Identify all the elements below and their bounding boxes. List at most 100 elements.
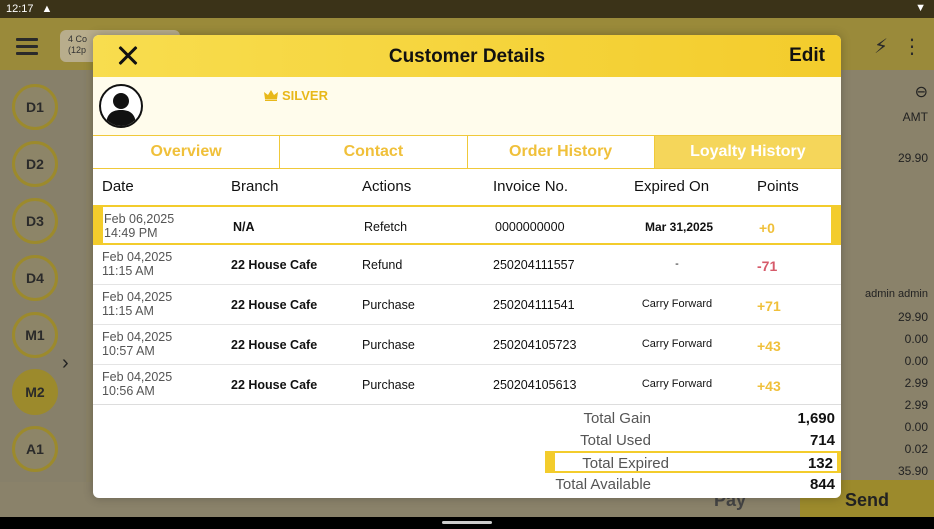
row-action: Purchase <box>362 298 415 312</box>
row-invoice: 0000000000 <box>495 220 565 234</box>
alert-icon: ▲ <box>41 3 53 15</box>
row-expired: Carry Forward <box>641 378 713 390</box>
table-a1[interactable]: A1 <box>12 426 58 472</box>
crown-icon <box>264 90 278 101</box>
customer-tabs: Overview Contact Order History Loyalty H… <box>93 135 841 169</box>
customer-details-dialog: Customer Details Edit SILVER Overview Co… <box>93 35 841 498</box>
tier-label: SILVER <box>282 88 328 103</box>
system-nav-bar <box>0 517 934 529</box>
row-points: +43 <box>757 378 781 394</box>
row-branch: N/A <box>233 220 255 234</box>
person-icon <box>106 93 136 126</box>
line-value: 0.00 <box>904 420 928 434</box>
line-value: 0.00 <box>904 332 928 346</box>
row-date: Feb 04,2025 10:57 AM <box>102 330 173 358</box>
row-date: Feb 04,2025 11:15 AM <box>102 290 173 318</box>
line-value: 2.99 <box>904 376 928 390</box>
row-expired: Carry Forward <box>641 338 713 350</box>
table-row[interactable]: Feb 04,2025 10:56 AM 22 House Cafe Purcha… <box>93 365 841 405</box>
total-available-value: 844 <box>809 476 835 493</box>
row-invoice: 250204111541 <box>493 298 575 312</box>
total-used-value: 714 <box>809 432 835 449</box>
order-chip-label: 4 Co (12p <box>68 34 88 55</box>
tab-contact[interactable]: Contact <box>280 136 468 168</box>
row-branch: 22 House Cafe <box>231 338 318 352</box>
column-expired-on: Expired On <box>634 178 710 195</box>
row-points: +71 <box>757 298 781 314</box>
bolt-icon[interactable]: ⚡ <box>874 34 888 59</box>
tab-order-history[interactable]: Order History <box>467 136 655 168</box>
home-handle[interactable] <box>442 521 492 524</box>
total-expired-row[interactable]: Total Expired 132 <box>545 451 841 473</box>
more-vert-icon[interactable]: ⋮ <box>902 34 922 59</box>
tab-loyalty-history[interactable]: Loyalty History <box>654 136 841 168</box>
menu-icon[interactable] <box>16 38 38 55</box>
table-row[interactable]: Feb 04,2025 11:15 AM 22 House Cafe Refund… <box>93 245 841 285</box>
remove-icon[interactable]: ⊖ <box>915 82 928 102</box>
table-d4[interactable]: D4 <box>12 255 58 301</box>
row-date: Feb 04,2025 10:56 AM <box>102 370 173 398</box>
table-sidebar: D1 D2 D3 D4 M1 M2 A1 A2 › <box>0 70 86 529</box>
row-points: -71 <box>757 258 778 274</box>
row-invoice: 250204105613 <box>493 378 577 392</box>
line-value: 35.90 <box>897 464 928 478</box>
column-branch: Branch <box>231 178 279 195</box>
table-row[interactable]: Feb 04,2025 11:15 AM 22 House Cafe Purcha… <box>93 285 841 325</box>
line-value: 29.90 <box>897 310 928 324</box>
total-used-label: Total Used <box>580 432 651 449</box>
amt-value: 29.90 <box>897 151 928 165</box>
customer-profile: SILVER <box>93 77 841 135</box>
app-bar-actions: ⚡ ⋮ <box>874 34 922 59</box>
row-action: Purchase <box>362 378 415 392</box>
chevron-right-icon[interactable]: › <box>62 352 69 375</box>
row-action: Refetch <box>364 220 408 234</box>
table-d3[interactable]: D3 <box>12 198 58 244</box>
status-bar: 12:17 ▲ ▼ <box>0 0 934 18</box>
avatar <box>99 84 143 128</box>
total-gain-value: 1,690 <box>797 410 835 427</box>
row-action: Refund <box>362 258 403 272</box>
row-branch: 22 House Cafe <box>231 258 318 272</box>
table-row[interactable]: Feb 06,2025 14:49 PM N/A Refetch 00000000… <box>93 205 841 245</box>
table-d2[interactable]: D2 <box>12 141 58 187</box>
row-points: +0 <box>759 220 775 236</box>
amt-header: AMT <box>902 110 928 124</box>
table-row[interactable]: Feb 04,2025 10:57 AM 22 House Cafe Purcha… <box>93 325 841 365</box>
loyalty-totals: Total Gain 1,690 Total Used 714 Total Ex… <box>93 404 841 498</box>
row-branch: 22 House Cafe <box>231 298 318 312</box>
row-expired: - <box>675 258 679 270</box>
row-invoice: 250204105723 <box>493 338 577 352</box>
column-date: Date <box>102 178 134 195</box>
row-date: Feb 06,2025 14:49 PM <box>104 212 175 240</box>
row-invoice: 250204111557 <box>493 258 575 272</box>
column-invoice: Invoice No. <box>493 178 569 195</box>
dialog-title: Customer Details <box>388 46 546 67</box>
row-points: +43 <box>757 338 781 354</box>
total-expired-label: Total Expired <box>582 455 669 472</box>
total-used-row: Total Used 714 <box>533 430 841 452</box>
wifi-icon: ▼ <box>915 2 926 14</box>
line-value: 0.02 <box>904 442 928 456</box>
table-d1[interactable]: D1 <box>12 84 58 130</box>
column-actions: Actions <box>362 178 412 195</box>
order-panel: ⊖ AMT 29.90 admin admin 29.90 0.00 0.00 … <box>840 70 934 520</box>
total-gain-label: Total Gain <box>583 410 651 427</box>
table-m1[interactable]: M1 <box>12 312 58 358</box>
row-date: Feb 04,2025 11:15 AM <box>102 250 173 278</box>
row-expired: Carry Forward <box>641 298 713 310</box>
tab-overview[interactable]: Overview <box>93 136 281 168</box>
total-expired-value: 132 <box>807 455 833 472</box>
table-m2[interactable]: M2 <box>12 369 58 415</box>
row-action: Purchase <box>362 338 415 352</box>
column-points: Points <box>757 178 799 195</box>
dialog-header: Customer Details Edit <box>93 35 841 77</box>
line-value: 2.99 <box>904 398 928 412</box>
table-header: Date Branch Actions Invoice No. Expired … <box>93 169 841 203</box>
staff-name: admin admin <box>865 288 928 300</box>
line-value: 0.00 <box>904 354 928 368</box>
edit-button[interactable]: Edit <box>789 45 825 67</box>
total-available-row: Total Available 844 <box>533 474 841 496</box>
total-available-label: Total Available <box>555 476 651 493</box>
total-gain-row: Total Gain 1,690 <box>533 408 841 430</box>
row-branch: 22 House Cafe <box>231 378 318 392</box>
